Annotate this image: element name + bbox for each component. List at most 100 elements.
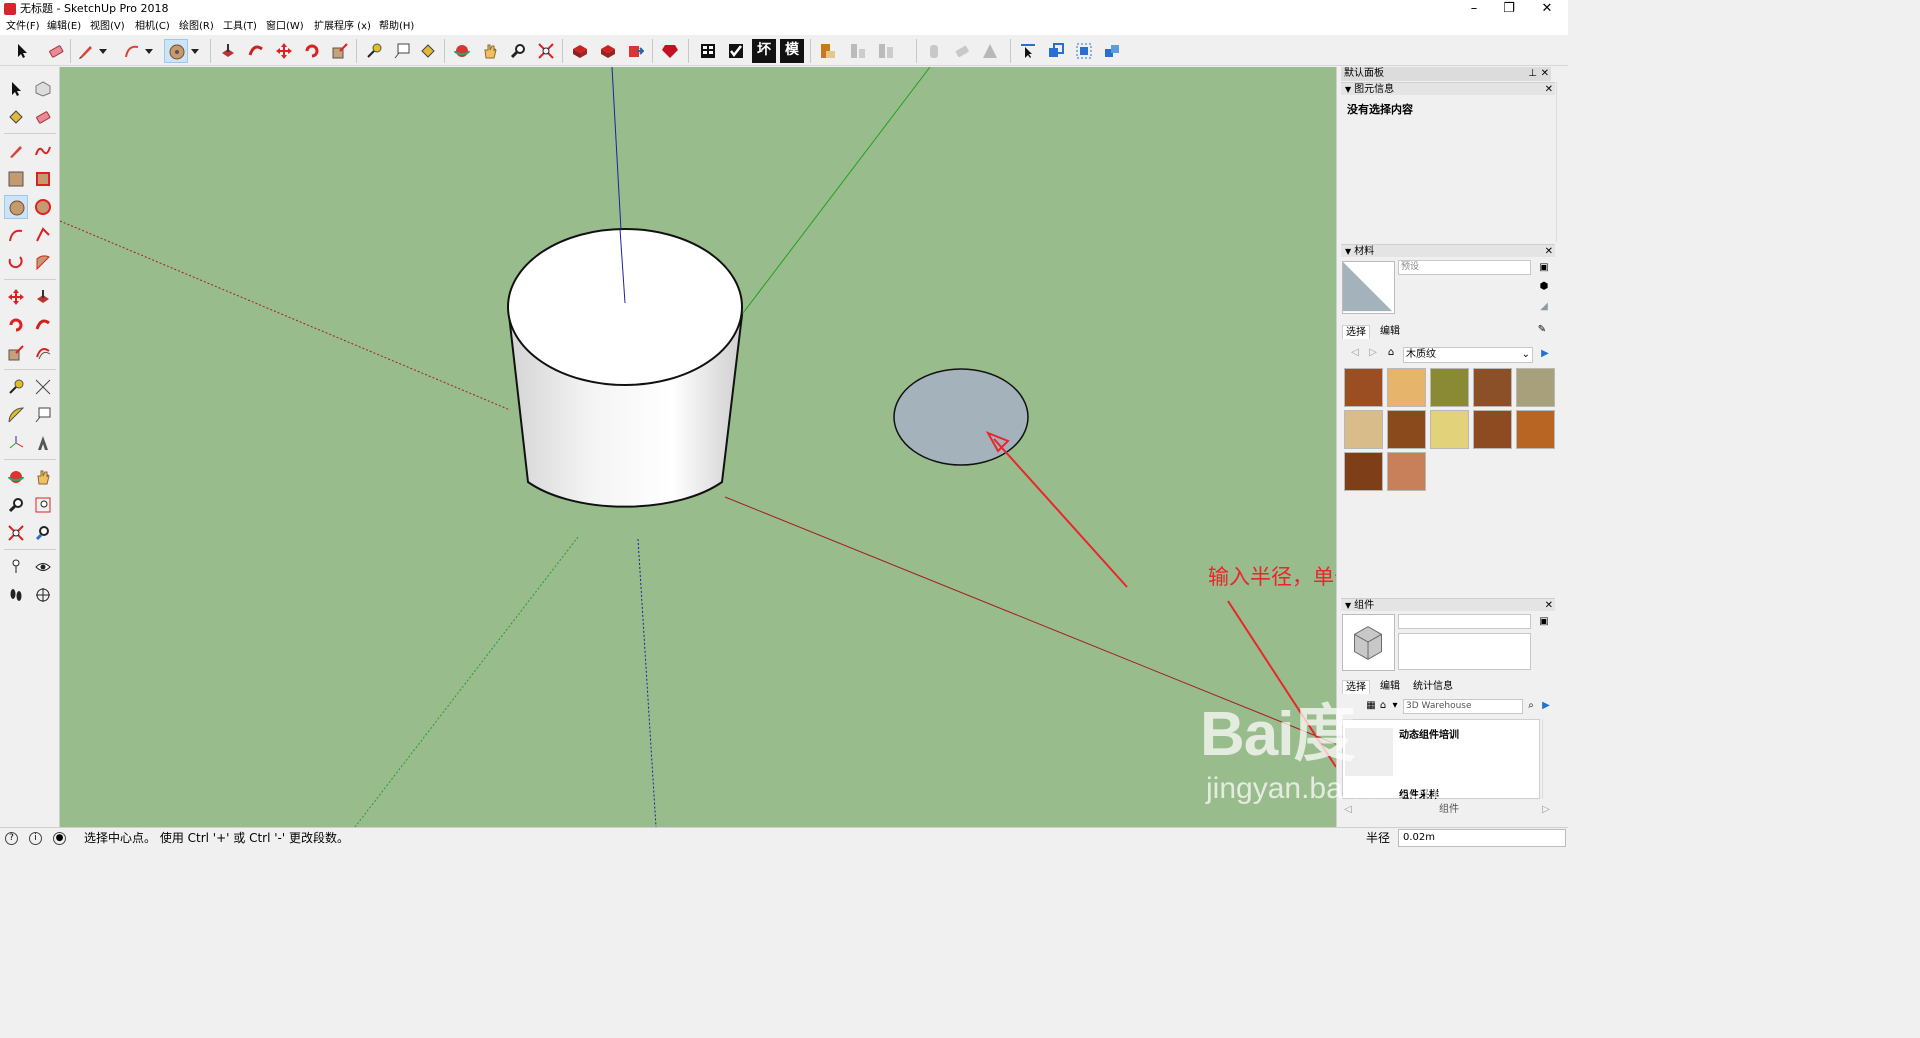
chevron-down-icon[interactable]: ▾ (1389, 700, 1401, 712)
panel-close-icon[interactable]: ✕ (1545, 599, 1553, 613)
left-position-camera-button[interactable] (4, 555, 28, 579)
left-scale-button[interactable] (4, 341, 28, 365)
left-look-around-button[interactable] (31, 555, 55, 579)
follow-me-button[interactable] (244, 39, 268, 63)
left-component-button[interactable] (31, 77, 55, 101)
materials-tab-select[interactable]: 选择 (1342, 325, 1370, 339)
menu-extensions[interactable]: 扩展程序 (x) (314, 19, 371, 34)
layer-button[interactable] (816, 39, 840, 63)
create-material-icon[interactable]: ▣ (1538, 262, 1550, 274)
material-swatch[interactable] (1387, 410, 1426, 449)
component-search-input[interactable]: 3D Warehouse (1403, 699, 1523, 714)
text-button[interactable] (390, 39, 414, 63)
scroll-left-icon[interactable]: ◁ (1342, 804, 1354, 816)
menu-camera[interactable]: 相机(C) (135, 19, 170, 34)
home-icon[interactable]: ⌂ (1385, 347, 1397, 359)
styles-button[interactable] (846, 39, 870, 63)
model-info-button[interactable] (696, 39, 720, 63)
components-tab-edit[interactable]: 编辑 (1377, 680, 1403, 694)
material-swatch[interactable] (1387, 368, 1426, 407)
details-arrow-icon[interactable]: ▶ (1539, 348, 1551, 360)
component-button[interactable] (1100, 39, 1124, 63)
left-polygon-button[interactable] (31, 195, 55, 219)
panel-close-icon[interactable]: ✕ (1545, 83, 1553, 97)
left-zoom-window-button[interactable] (31, 493, 55, 517)
left-2point-arc-button[interactable] (31, 223, 55, 247)
left-circle-button[interactable] (4, 195, 28, 219)
create-component-icon[interactable]: ▣ (1538, 616, 1550, 628)
left-rectangle-button[interactable] (4, 167, 28, 191)
component-description-field[interactable] (1398, 633, 1531, 670)
sample-cube-icon[interactable]: ⬢ (1538, 281, 1550, 293)
pan-button[interactable] (478, 39, 502, 63)
scroll-right-icon[interactable]: ▷ (1540, 804, 1552, 816)
drawn-circle-face[interactable] (893, 368, 1029, 466)
material-swatch[interactable] (1516, 410, 1555, 449)
circle-button[interactable] (164, 39, 188, 63)
material-swatch[interactable] (1430, 368, 1469, 407)
menu-edit[interactable]: 编辑(E) (47, 19, 81, 34)
panel-close-icon[interactable]: ✕ (1545, 245, 1553, 259)
back-arrow-icon[interactable]: ◁ (1349, 347, 1361, 359)
geo-location-icon[interactable]: ? (5, 832, 18, 845)
group-button[interactable] (1072, 39, 1096, 63)
left-3point-arc-button[interactable] (4, 251, 28, 275)
left-section-plane-button[interactable] (31, 583, 55, 607)
left-zoom-extents-button[interactable] (4, 521, 28, 545)
push-pull-button[interactable] (216, 39, 240, 63)
tent-button[interactable] (978, 39, 1002, 63)
check-button[interactable] (724, 39, 748, 63)
material-swatch[interactable] (1344, 452, 1383, 491)
select-cursor-button[interactable] (1016, 39, 1040, 63)
select-tool-button[interactable] (10, 39, 34, 63)
circle-dropdown[interactable] (188, 39, 202, 63)
left-arc-button[interactable] (4, 223, 28, 247)
left-previous-view-button[interactable] (31, 521, 55, 545)
left-text-button[interactable] (31, 403, 55, 427)
left-paint-button[interactable] (4, 105, 28, 129)
materials-tab-edit[interactable]: 编辑 (1377, 325, 1403, 339)
shape-button[interactable] (922, 39, 946, 63)
pencil-dropdown[interactable] (96, 39, 110, 63)
left-axes-button[interactable] (4, 431, 28, 455)
left-line-button[interactable] (4, 139, 28, 163)
pencil-button[interactable] (74, 39, 98, 63)
3d-warehouse-button[interactable] (568, 39, 592, 63)
left-pie-button[interactable] (31, 251, 55, 275)
arc-dropdown[interactable] (142, 39, 156, 63)
close-button[interactable]: ✕ (1530, 0, 1564, 18)
left-rotated-rectangle-button[interactable] (31, 167, 55, 191)
left-offset-button[interactable] (31, 341, 55, 365)
menu-view[interactable]: 视图(V) (90, 19, 125, 34)
material-swatch[interactable] (1344, 410, 1383, 449)
material-name-field[interactable]: 预设 (1398, 260, 1531, 275)
pin-icon[interactable]: ⊥ (1528, 67, 1537, 81)
left-zoom-button[interactable] (4, 493, 28, 517)
components-tab-statistics[interactable]: 统计信息 (1410, 680, 1456, 694)
left-move-button[interactable] (4, 285, 28, 309)
left-protractor-button[interactable] (4, 403, 28, 427)
materials-panel-header[interactable]: ▼ 材料 ✕ (1341, 244, 1555, 257)
tray-close-icon[interactable]: ✕ (1541, 67, 1549, 81)
component-item[interactable]: 动态组件培训 (1399, 726, 1459, 741)
search-icon[interactable]: ⌕ (1525, 700, 1537, 712)
component-item[interactable]: 组件采样 (1399, 786, 1439, 801)
maximize-button[interactable]: ❐ (1492, 0, 1526, 18)
material-swatch[interactable] (1387, 452, 1426, 491)
menu-window[interactable]: 窗口(W) (266, 19, 304, 34)
zoom-button[interactable] (506, 39, 530, 63)
rotate-button[interactable] (300, 39, 324, 63)
eraser-2-button[interactable] (950, 39, 974, 63)
credits-icon[interactable]: i (29, 832, 42, 845)
paint-bucket-button[interactable] (416, 39, 440, 63)
left-follow-me-button[interactable] (31, 313, 55, 337)
menu-draw[interactable]: 绘图(R) (179, 19, 214, 34)
component-name-field[interactable] (1398, 614, 1531, 629)
move-button[interactable] (272, 39, 296, 63)
orbit-button[interactable] (450, 39, 474, 63)
scale-button[interactable] (328, 39, 352, 63)
components-panel-header[interactable]: ▼ 组件 ✕ (1341, 598, 1555, 611)
measurements-input[interactable]: 0.02m (1398, 829, 1566, 847)
user-account-icon[interactable]: ● (53, 832, 66, 845)
left-eraser-button[interactable] (31, 105, 55, 129)
